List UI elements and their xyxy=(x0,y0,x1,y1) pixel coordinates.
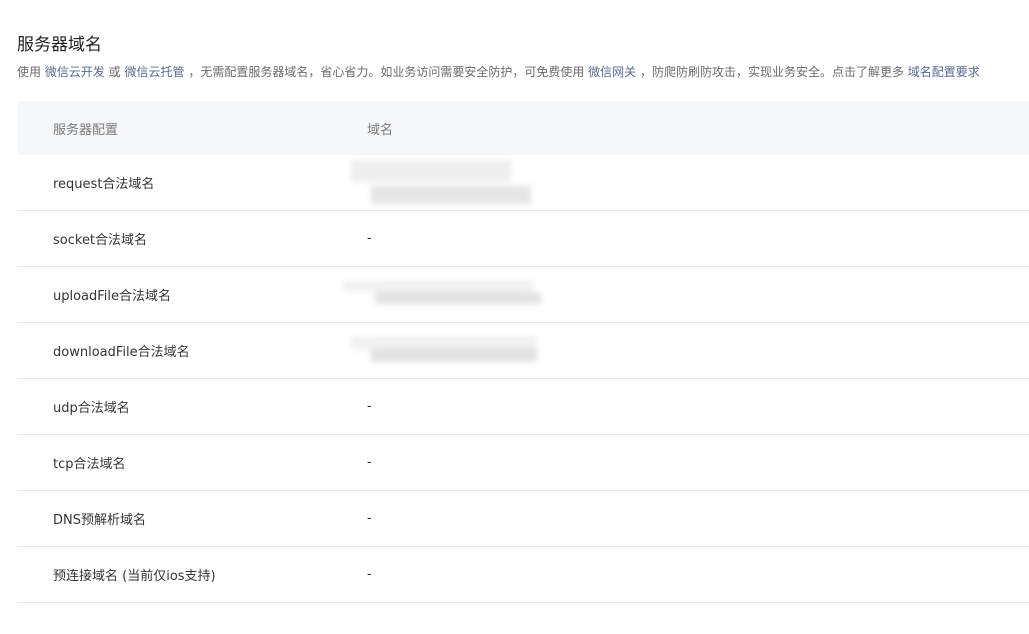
table-row: 预连接域名 (当前仅ios支持) - xyxy=(17,547,1029,603)
desc-text-prefix: 使用 xyxy=(17,65,45,79)
header-server-config: 服务器配置 xyxy=(53,122,119,138)
desc-text-2: ，无需配置服务器域名，省心省力。如业务访问需要安全防护，可免费使用 xyxy=(184,65,589,79)
row-label: downloadFile合法域名 xyxy=(53,345,190,360)
row-label: request合法域名 xyxy=(53,177,155,192)
domain-table: 服务器配置 域名 request合法域名 socket合法域名 - upload… xyxy=(17,101,1029,603)
row-value: - xyxy=(367,511,372,526)
link-domain-requirements[interactable]: 域名配置要求 xyxy=(908,65,980,79)
redacted-domain-value xyxy=(343,279,543,310)
desc-text-3: ，防爬防刷防攻击，实现业务安全。点击了解更多 xyxy=(636,65,908,79)
row-value: - xyxy=(367,567,372,582)
section-description: 使用 微信云开发 或 微信云托管 ，无需配置服务器域名，省心省力。如业务访问需要… xyxy=(17,63,980,80)
row-value: - xyxy=(367,231,372,246)
table-row: uploadFile合法域名 xyxy=(17,267,1029,323)
table-row: tcp合法域名 - xyxy=(17,435,1029,491)
header-domain: 域名 xyxy=(367,122,394,138)
link-wechat-cloud-dev[interactable]: 微信云开发 xyxy=(45,65,105,79)
row-value xyxy=(331,279,1029,310)
table-row: udp合法域名 - xyxy=(17,379,1029,435)
link-wechat-gateway[interactable]: 微信网关 xyxy=(588,65,636,79)
row-label: DNS预解析域名 xyxy=(53,513,146,528)
row-label: socket合法域名 xyxy=(53,233,148,248)
table-row: socket合法域名 - xyxy=(17,211,1029,267)
table-row: request合法域名 xyxy=(17,155,1029,211)
desc-text-1: 或 xyxy=(104,65,125,79)
row-value xyxy=(331,335,1029,366)
redacted-domain-value xyxy=(351,158,531,208)
row-value xyxy=(331,158,1029,208)
row-value: - xyxy=(367,455,372,470)
table-row: downloadFile合法域名 xyxy=(17,323,1029,379)
row-label: 预连接域名 (当前仅ios支持) xyxy=(53,569,216,584)
table-row: DNS预解析域名 - xyxy=(17,491,1029,547)
table-header: 服务器配置 域名 xyxy=(17,101,1029,155)
row-label: tcp合法域名 xyxy=(53,457,126,472)
redacted-domain-value xyxy=(351,335,541,366)
link-wechat-cloud-hosting[interactable]: 微信云托管 xyxy=(124,65,184,79)
section-title: 服务器域名 xyxy=(17,35,102,55)
row-label: uploadFile合法域名 xyxy=(53,289,172,304)
row-value: - xyxy=(367,399,372,414)
row-label: udp合法域名 xyxy=(53,401,130,416)
